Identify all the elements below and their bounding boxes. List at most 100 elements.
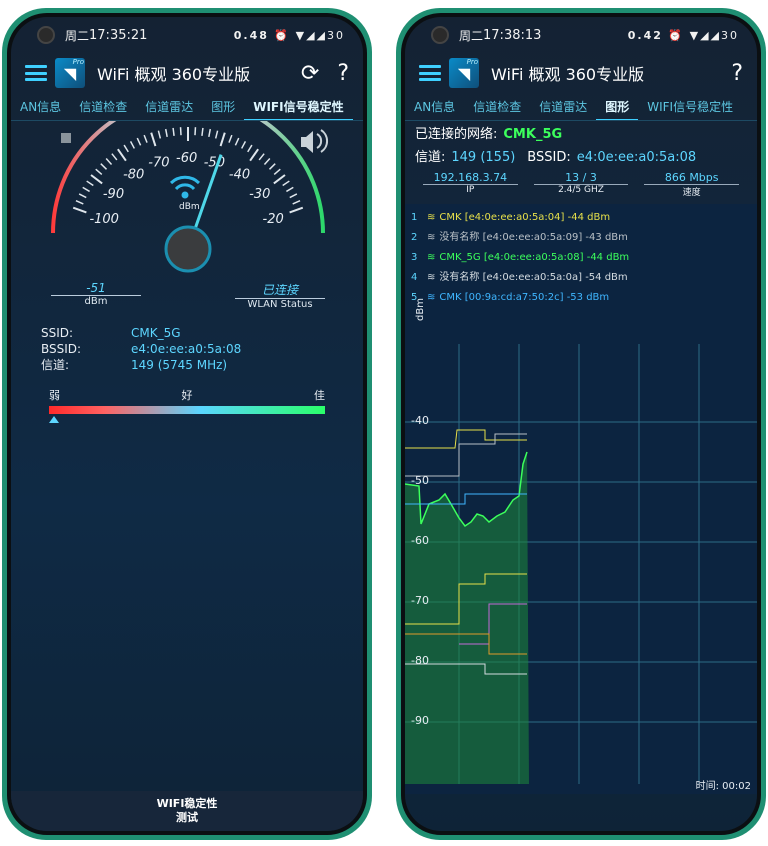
gauge-tick bbox=[249, 148, 259, 162]
legend-item[interactable]: 1 ≋ CMK [e4:0e:ee:a0:5a:04] -44 dBm bbox=[411, 208, 629, 228]
wifi-icon: ≋ bbox=[427, 232, 436, 243]
stability-test-button[interactable]: WIFI稳定性 测试 bbox=[11, 791, 363, 831]
gauge-tick bbox=[247, 144, 253, 153]
dbm-value: -51 bbox=[51, 281, 141, 296]
gauge-tick bbox=[214, 130, 219, 139]
y-tick: -50 bbox=[411, 474, 429, 487]
speaker-icon[interactable] bbox=[301, 129, 328, 153]
tab-channel-check[interactable]: 信道检查 bbox=[464, 93, 530, 120]
front-camera bbox=[37, 26, 55, 44]
gauge-tick bbox=[117, 148, 127, 162]
gauge-tick bbox=[292, 200, 301, 205]
connected-ssid: CMK_5G bbox=[503, 127, 563, 142]
gauge-tick bbox=[268, 163, 276, 170]
alarm-icon: ⏰ bbox=[268, 28, 291, 42]
refresh-icon[interactable]: ⟳ bbox=[301, 61, 319, 86]
gauge-hub bbox=[164, 225, 212, 273]
gauge-tick bbox=[72, 206, 87, 214]
y-tick: -40 bbox=[411, 414, 429, 427]
gauge-tick bbox=[123, 144, 129, 153]
tab-wlan-info[interactable]: AN信息 bbox=[405, 93, 464, 120]
legend-item[interactable]: 2 ≋ 没有名称 [e4:0e:ee:a0:5a:09] -43 dBm bbox=[411, 228, 629, 248]
gauge-tick bbox=[273, 168, 281, 175]
info-row-ssid: SSID: CMK_5G bbox=[41, 326, 181, 340]
tab-channel-check[interactable]: 信道检查 bbox=[70, 93, 136, 120]
gauge-readouts: -51 dBm 已连接 WLAN Status bbox=[11, 281, 363, 311]
gauge-tick bbox=[111, 153, 118, 161]
app-bar: ◥ Pro WiFi 概观 360专业版 ⟳ ? bbox=[11, 53, 363, 93]
quality-gradient bbox=[49, 406, 325, 414]
menu-icon[interactable] bbox=[25, 65, 47, 81]
signal-icon: ▼◢◢ bbox=[290, 28, 327, 42]
gauge-tick bbox=[289, 206, 304, 214]
right-screen: 周二 17:38:13 0.42 ⏰ ▼◢◢ 30 ◥ Pro WiFi 概观 3… bbox=[405, 17, 757, 831]
legend-item[interactable]: 5 ≋ CMK [00:9a:cd:a7:50:2c] -53 dBm bbox=[411, 288, 629, 308]
help-icon[interactable]: ? bbox=[337, 61, 349, 86]
app-logo: ◥ Pro bbox=[449, 58, 479, 88]
legend-item[interactable]: 3 ≋ CMK_5G [e4:0e:ee:a0:5a:08] -44 dBm bbox=[411, 248, 629, 268]
battery-icon: 30 bbox=[721, 28, 739, 42]
gauge-unit: dBm bbox=[179, 202, 200, 212]
gauge-tick bbox=[143, 134, 148, 143]
connected-network: 已连接的网络: CMK_5G bbox=[415, 127, 563, 142]
dbm-label: dBm bbox=[84, 296, 108, 307]
gauge-tick bbox=[82, 186, 90, 193]
gauge-tick bbox=[282, 180, 290, 187]
gauge-tick bbox=[75, 200, 84, 205]
stat-speed: 866 Mbps 速度 bbox=[636, 171, 747, 198]
gauge-tick-label: -50 bbox=[204, 155, 225, 170]
app-bar: ◥ Pro WiFi 概观 360专业版 ? bbox=[405, 53, 757, 93]
gauge-tick bbox=[78, 193, 87, 199]
app-logo: ◥ Pro bbox=[55, 58, 85, 88]
wlan-status-value: 已连接 bbox=[235, 281, 325, 299]
wifi-icon: ≋ bbox=[427, 292, 436, 303]
gauge-tick-label: -60 bbox=[176, 151, 197, 166]
y-tick: -70 bbox=[411, 594, 429, 607]
gauge-tick bbox=[240, 141, 247, 149]
wifi-icon: ≋ bbox=[427, 212, 436, 223]
left-phone: 周二 17:35:21 0.48 ⏰ ▼◢◢ 30 ◥ Pro WiFi 概观 3… bbox=[2, 8, 372, 840]
tab-graph[interactable]: 图形 bbox=[596, 93, 639, 120]
app-title: WiFi 概观 360专业版 bbox=[491, 65, 645, 84]
time-axis-label: 时间: 00:02 bbox=[695, 781, 751, 792]
gauge-tick-label: -40 bbox=[229, 168, 250, 183]
tab-channel-radar[interactable]: 信道雷达 bbox=[136, 93, 202, 120]
connection-stats: 192.168.3.74 IP 13 / 3 2.4/5 GHZ 866 Mbp… bbox=[405, 167, 757, 204]
status-speed: 0.48 bbox=[233, 28, 269, 42]
wlan-status-readout: 已连接 WLAN Status bbox=[235, 281, 325, 310]
tab-channel-radar[interactable]: 信道雷达 bbox=[530, 93, 596, 120]
gauge-dial: -100 -90 -80 -70 -60 -50 -40 -30 -20 dBm bbox=[51, 121, 328, 273]
wifi-icon: ≋ bbox=[427, 272, 436, 283]
y-tick: -60 bbox=[411, 534, 429, 547]
tab-signal-stability[interactable]: WIFI信号稳定性 bbox=[244, 93, 353, 120]
channel-bssid-line: 信道: 149 (155) BSSID: e4:0e:ee:a0:5a:08 bbox=[415, 150, 697, 165]
menu-icon[interactable] bbox=[419, 65, 441, 81]
y-axis-unit: dBm bbox=[414, 298, 426, 321]
tab-signal-stability[interactable]: WIFI信号稳定性 bbox=[638, 93, 742, 120]
y-tick: -80 bbox=[411, 654, 429, 667]
gauge-tick bbox=[289, 193, 298, 199]
legend-item[interactable]: 4 ≋ 没有名称 [e4:0e:ee:a0:5a:0a] -54 dBm bbox=[411, 268, 629, 288]
info-row-bssid: BSSID: e4:0e:ee:a0:5a:08 bbox=[41, 342, 242, 356]
help-icon[interactable]: ? bbox=[731, 61, 743, 86]
front-camera bbox=[431, 26, 449, 44]
alarm-icon: ⏰ bbox=[662, 28, 685, 42]
gauge-tick-label: -70 bbox=[148, 155, 169, 170]
gauge-tick bbox=[105, 158, 113, 165]
connection-info: SSID: CMK_5G BSSID: e4:0e:ee:a0:5a:08 信道… bbox=[11, 311, 363, 373]
stat-ip: 192.168.3.74 IP bbox=[415, 171, 526, 198]
gauge-tick bbox=[150, 132, 157, 147]
wlan-status-label: WLAN Status bbox=[247, 299, 313, 310]
stop-icon[interactable] bbox=[61, 133, 71, 143]
wifi-icon bbox=[169, 175, 201, 199]
gauge-tick bbox=[219, 132, 226, 147]
status-time: 17:35:21 bbox=[89, 27, 148, 43]
tab-graph[interactable]: 图形 bbox=[202, 93, 244, 120]
status-time: 17:38:13 bbox=[483, 27, 542, 43]
channel-value: 149 (155) bbox=[451, 150, 516, 165]
gauge-tick bbox=[90, 174, 103, 185]
tab-bar: AN信息 信道检查 信道雷达 图形 WIFI信号稳定性 bbox=[11, 93, 363, 121]
tab-wlan-info[interactable]: AN信息 bbox=[11, 93, 70, 120]
signal-quality-bar: 弱 好 佳 bbox=[11, 373, 363, 423]
gauge-tick bbox=[86, 180, 94, 187]
